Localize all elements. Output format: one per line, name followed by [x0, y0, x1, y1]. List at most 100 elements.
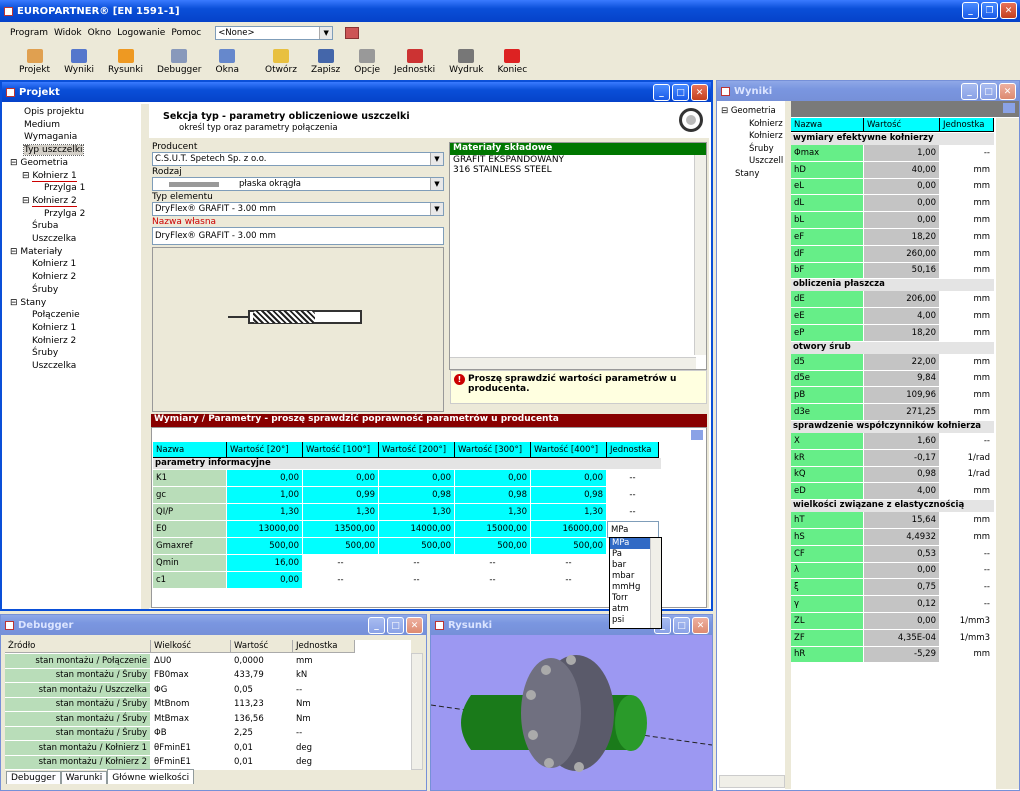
rysunki-button[interactable]: Rysunki	[101, 49, 150, 75]
param-value[interactable]: 0,00	[227, 470, 303, 487]
close-button[interactable]: ✕	[1000, 2, 1017, 19]
tree-item[interactable]: Przylga 2	[8, 208, 138, 221]
okna-button[interactable]: Okna	[209, 49, 247, 75]
maximize-button[interactable]: □	[387, 617, 404, 634]
param-value[interactable]: 1,00	[227, 487, 303, 504]
koniec-button[interactable]: Koniec	[491, 49, 535, 75]
param-value[interactable]: --	[379, 572, 455, 589]
column-header[interactable]: Wartość [20°]	[227, 442, 303, 458]
tree-item[interactable]: Kołnierz 1	[8, 258, 138, 271]
restore-button[interactable]: ❐	[981, 2, 998, 19]
tree-item[interactable]: ⊟ Kołnierz 2	[8, 195, 138, 208]
minimize-button[interactable]: _	[962, 2, 979, 19]
param-value[interactable]: 0,98	[455, 487, 531, 504]
column-header[interactable]: Wartość	[864, 118, 940, 132]
producent-select[interactable]: C.S.U.T. Spetech Sp. z o.o. ▼	[152, 152, 444, 166]
column-header[interactable]: Wartość	[231, 640, 293, 653]
param-value[interactable]: 0,00	[227, 572, 303, 589]
minimize-button[interactable]: _	[368, 617, 385, 634]
tree-item[interactable]: Kołnierz 1	[8, 322, 138, 335]
tree-item[interactable]: ⊟ Stany	[8, 297, 138, 310]
param-value[interactable]: --	[607, 487, 659, 504]
menu-okno[interactable]: Okno	[88, 28, 112, 38]
param-value[interactable]: 500,00	[379, 538, 455, 555]
param-value[interactable]: 16,00	[227, 555, 303, 572]
param-value[interactable]: 15000,00	[455, 521, 531, 538]
horizontal-scrollbar[interactable]	[450, 357, 696, 369]
tree-item[interactable]: Uszczell	[721, 155, 785, 168]
tree-item[interactable]: Śruba	[8, 220, 138, 233]
otworz-button[interactable]: Otwórz	[258, 49, 304, 75]
tree-item[interactable]: Uszczelka	[8, 360, 138, 373]
column-header[interactable]: Wartość [100°]	[303, 442, 379, 458]
menu-pomoc[interactable]: Pomoc	[171, 28, 201, 38]
close-button[interactable]: ✕	[406, 617, 423, 634]
param-value[interactable]: --	[379, 555, 455, 572]
typ-select[interactable]: DryFlex® GRAFIT - 3.00 mm ▼	[152, 202, 444, 216]
param-value[interactable]: 500,00	[531, 538, 607, 555]
maximize-button[interactable]: □	[980, 83, 997, 100]
param-value[interactable]: 0,00	[455, 470, 531, 487]
menu-logowanie[interactable]: Logowanie	[117, 28, 165, 38]
tree-item[interactable]: Stany	[721, 168, 785, 181]
column-header[interactable]: Nazwa	[153, 442, 227, 458]
close-button[interactable]: ✕	[692, 617, 709, 634]
tab-warunki[interactable]: Warunki	[60, 771, 108, 784]
zapisz-button[interactable]: Zapisz	[304, 49, 347, 75]
nazwa-input[interactable]: DryFlex® GRAFIT - 3.00 mm	[152, 227, 444, 245]
tree-item[interactable]: Uszczelka	[8, 233, 138, 246]
grid-collapse-icon[interactable]	[1003, 103, 1015, 113]
splitter[interactable]	[141, 104, 149, 609]
param-value[interactable]: 0,98	[531, 487, 607, 504]
column-header[interactable]: Wartość [200°]	[379, 442, 455, 458]
param-value[interactable]: --	[455, 572, 531, 589]
debugger-button[interactable]: Debugger	[150, 49, 209, 75]
param-value[interactable]: --	[607, 504, 659, 521]
tree-item[interactable]: ⊟ Kołnierz 1	[8, 170, 138, 183]
minimize-button[interactable]: _	[653, 84, 670, 101]
param-value[interactable]: MPa	[607, 521, 659, 538]
param-value[interactable]: 16000,00	[531, 521, 607, 538]
column-header[interactable]: Wielkość	[151, 640, 231, 653]
close-button[interactable]: ✕	[691, 84, 708, 101]
wydruk-button[interactable]: Wydruk	[442, 49, 490, 75]
param-value[interactable]: --	[303, 555, 379, 572]
param-value[interactable]: 0,00	[379, 470, 455, 487]
config-select[interactable]: <None> ▼	[215, 26, 334, 40]
tree-item[interactable]: Wymagania	[8, 131, 138, 144]
flange-3d-view[interactable]	[431, 635, 712, 790]
tree-item[interactable]: Połączenie	[8, 309, 138, 322]
column-header[interactable]: Źródło	[5, 640, 151, 653]
param-value[interactable]: 500,00	[455, 538, 531, 555]
jednostki-button[interactable]: Jednostki	[387, 49, 442, 75]
tree-item-selected[interactable]: Typ uszczelki	[23, 144, 84, 157]
projekt-button[interactable]: Projekt	[12, 49, 57, 75]
column-header[interactable]: Jednostka	[293, 640, 355, 653]
tree-item[interactable]: ⊟ Geometria	[8, 157, 138, 170]
param-value[interactable]: 1,30	[303, 504, 379, 521]
vertical-scrollbar[interactable]	[650, 538, 661, 628]
tree-item[interactable]: Kołnierz	[721, 130, 785, 143]
maximize-button[interactable]: □	[672, 84, 689, 101]
grid-collapse-icon[interactable]	[691, 430, 703, 440]
opcje-button[interactable]: Opcje	[347, 49, 387, 75]
maximize-button[interactable]: □	[673, 617, 690, 634]
param-value[interactable]: --	[531, 572, 607, 589]
unit-option[interactable]: MPa	[610, 538, 650, 549]
tab-glowne-wielkosci[interactable]: Główne wielkości	[107, 769, 195, 784]
param-value[interactable]: 1,30	[227, 504, 303, 521]
column-header[interactable]: Jednostka	[607, 442, 659, 458]
tree-item[interactable]: Przylga 1	[8, 182, 138, 195]
param-value[interactable]: 13000,00	[227, 521, 303, 538]
param-value[interactable]: --	[303, 572, 379, 589]
param-value[interactable]: 13500,00	[303, 521, 379, 538]
tree-item[interactable]: Kołnierz	[721, 118, 785, 131]
wyniki-button[interactable]: Wyniki	[57, 49, 101, 75]
minimize-button[interactable]: _	[961, 83, 978, 100]
config-icon[interactable]	[345, 27, 360, 39]
unit-dropdown[interactable]: MPa Pa bar mbar mmHg Torr atm psi	[609, 537, 662, 629]
tab-debugger[interactable]: Debugger	[6, 771, 61, 784]
tree-item[interactable]: Śruby	[721, 143, 785, 156]
param-value[interactable]: --	[607, 470, 659, 487]
column-header[interactable]: Jednostka	[940, 118, 994, 132]
